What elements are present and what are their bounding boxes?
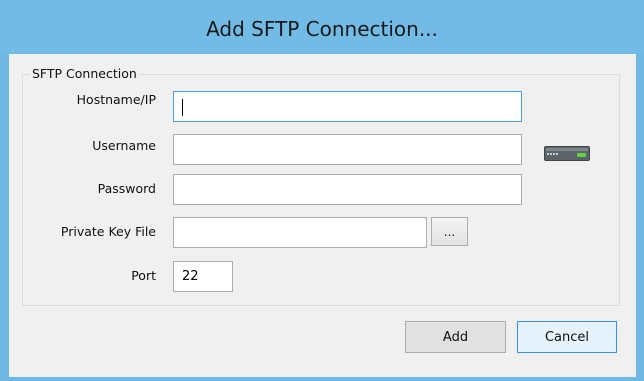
cancel-button[interactable]: Cancel [517, 321, 617, 353]
port-input[interactable] [173, 261, 233, 292]
group-legend: SFTP Connection [30, 66, 139, 81]
dialog-title: Add SFTP Connection... [206, 17, 438, 41]
title-bar[interactable]: Add SFTP Connection... [0, 0, 644, 54]
username-label: Username [92, 138, 156, 153]
username-input[interactable] [173, 134, 522, 165]
hostname-label: Hostname/IP [76, 92, 156, 107]
text-caret [182, 99, 183, 116]
browse-key-button[interactable]: ... [431, 217, 468, 246]
private-key-label: Private Key File [60, 224, 156, 239]
hostname-input[interactable] [173, 91, 522, 122]
private-key-input[interactable] [173, 217, 427, 248]
password-input[interactable] [173, 174, 522, 205]
server-icon [544, 146, 590, 161]
port-label: Port [131, 268, 156, 283]
add-button[interactable]: Add [405, 321, 506, 353]
password-label: Password [97, 181, 156, 196]
